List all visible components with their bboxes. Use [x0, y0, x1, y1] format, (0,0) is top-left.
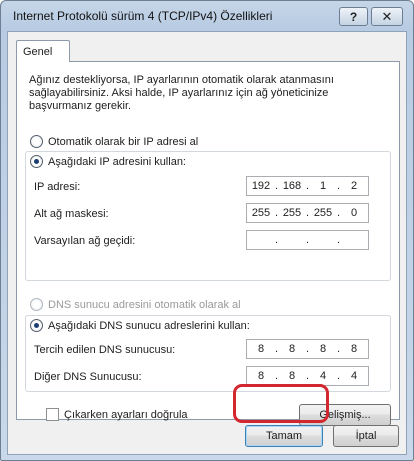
auto-dns-label: DNS sunucu adresini otomatik olarak al — [48, 298, 241, 311]
octet: 4 — [319, 370, 327, 382]
preferred-dns-label: Tercih edilen DNS sunucusu: — [34, 344, 176, 356]
octet-dot: . — [337, 234, 341, 246]
validate-checkbox-row[interactable]: Çıkarken ayarları doğrula — [46, 408, 188, 421]
octet-dot: . — [306, 234, 310, 246]
octet-dot: . — [275, 234, 279, 246]
manual-ip-radio-row[interactable]: Aşağıdaki IP adresini kullan: — [30, 155, 189, 168]
manual-ip-label: Aşağıdaki IP adresini kullan: — [48, 155, 186, 168]
preferred-dns-input[interactable]: 8. 8. 8. 8 — [246, 339, 369, 359]
title-bar[interactable]: Internet Protokolü sürüm 4 (TCP/IPv4) Öz… — [1, 1, 413, 31]
window-title: Internet Protokolü sürüm 4 (TCP/IPv4) Öz… — [13, 9, 273, 23]
validate-checkbox-label: Çıkarken ayarları doğrula — [64, 408, 188, 421]
octet: 1 — [319, 180, 327, 192]
gateway-input[interactable]: . . . — [246, 230, 369, 250]
octet: 8 — [350, 343, 358, 355]
gateway-label: Varsayılan ağ geçidi: — [34, 235, 136, 247]
manual-dns-radio-row[interactable]: Aşağıdaki DNS sunucu adreslerini kullan: — [30, 319, 253, 332]
auto-dns-radio-row[interactable]: DNS sunucu adresini otomatik olarak al — [30, 298, 241, 311]
close-icon: ✕ — [381, 8, 393, 24]
octet: 255 — [313, 207, 333, 219]
auto-ip-label: Otomatik olarak bir IP adresi al — [48, 135, 199, 148]
octet: 0 — [350, 207, 358, 219]
octet: 8 — [319, 343, 327, 355]
octet: 255 — [251, 207, 271, 219]
dialog-client: Genel Ağınız destekliyorsa, IP ayarların… — [7, 31, 407, 455]
dialog-window: Internet Protokolü sürüm 4 (TCP/IPv4) Öz… — [0, 0, 414, 461]
subnet-mask-input[interactable]: 255. 255. 255. 0 — [246, 203, 369, 223]
close-button[interactable]: ✕ — [371, 7, 403, 26]
subnet-mask-label: Alt ağ maskesi: — [34, 208, 109, 220]
auto-ip-radio-row[interactable]: Otomatik olarak bir IP adresi al — [30, 135, 198, 148]
manual-dns-label: Aşağıdaki DNS sunucu adreslerini kullan: — [48, 319, 250, 332]
validate-checkbox[interactable] — [46, 408, 59, 421]
alternate-dns-label: Diğer DNS Sunucusu: — [34, 371, 142, 383]
octet: 168 — [282, 180, 302, 192]
auto-dns-radio[interactable] — [30, 298, 43, 311]
manual-ip-radio[interactable] — [30, 155, 43, 168]
ip-address-label: IP adresi: — [34, 181, 81, 193]
tab-genel[interactable]: Genel — [16, 40, 70, 62]
advanced-button[interactable]: Gelişmiş... — [299, 404, 391, 426]
manual-dns-radio[interactable] — [30, 319, 43, 332]
octet: 8 — [288, 370, 296, 382]
ok-button-label: Tamam — [265, 430, 303, 442]
alternate-dns-input[interactable]: 8. 8. 4. 4 — [246, 366, 369, 386]
octet: 8 — [288, 343, 296, 355]
description-text: Ağınız destekliyorsa, IP ayarlarının oto… — [29, 74, 334, 112]
cancel-button[interactable]: İptal — [333, 425, 399, 447]
auto-ip-radio[interactable] — [30, 135, 43, 148]
octet: 8 — [257, 343, 265, 355]
tab-panel-general: Ağınız destekliyorsa, IP ayarlarının oto… — [16, 61, 400, 426]
octet: 2 — [350, 180, 358, 192]
octet: 8 — [257, 370, 265, 382]
octet: 255 — [282, 207, 302, 219]
ip-address-input[interactable]: 192. 168. 1. 2 — [246, 176, 369, 196]
cancel-button-label: İptal — [355, 430, 377, 442]
advanced-button-label: Gelişmiş... — [319, 409, 371, 421]
ok-button[interactable]: Tamam — [245, 425, 323, 447]
help-icon: ? — [349, 9, 358, 24]
tab-label: Genel — [23, 46, 53, 58]
octet: 4 — [350, 370, 358, 382]
octet: 192 — [251, 180, 271, 192]
help-button[interactable]: ? — [339, 7, 368, 26]
